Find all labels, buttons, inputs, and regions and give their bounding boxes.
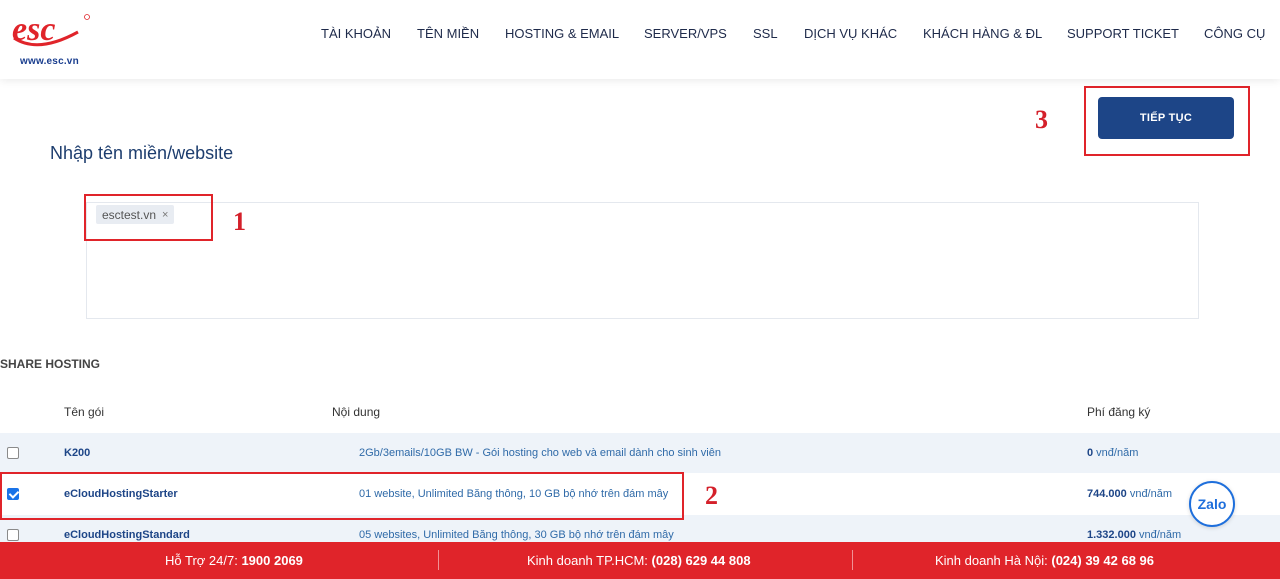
annotation-box-3 bbox=[1084, 86, 1250, 156]
col-header-name: Tên gói bbox=[64, 405, 105, 419]
nav-khach-hang-dl[interactable]: KHÁCH HÀNG & ĐL bbox=[923, 26, 1042, 41]
site-header: esc www.esc.vn TÀI KHOẢN TÊN MIỀN HOSTIN… bbox=[0, 0, 1280, 79]
contact-footer: Hỗ Trợ 24/7: 1900 2069 Kinh doanh TP.HCM… bbox=[0, 542, 1280, 579]
annotation-box-1 bbox=[84, 194, 213, 241]
annotation-1: 1 bbox=[233, 207, 246, 236]
annotation-2: 2 bbox=[705, 481, 718, 510]
package-price: 744.000 vnđ/năm bbox=[1087, 488, 1173, 500]
footer-divider bbox=[438, 550, 439, 570]
logo-url: www.esc.vn bbox=[20, 56, 79, 67]
row-checkbox[interactable] bbox=[7, 529, 19, 541]
annotation-3: 3 bbox=[1035, 105, 1048, 134]
row-checkbox[interactable] bbox=[7, 447, 19, 459]
nav-support-ticket[interactable]: SUPPORT TICKET bbox=[1067, 26, 1179, 41]
package-name[interactable]: eCloudHostingStandard bbox=[64, 529, 190, 541]
package-price: 1.332.000 vnđ/năm bbox=[1087, 529, 1182, 541]
footer-hn-sales[interactable]: Kinh doanh Hà Nội: (024) 39 42 68 96 bbox=[935, 553, 1154, 568]
domain-section-title: Nhập tên miền/website bbox=[50, 143, 234, 163]
footer-hcm-sales[interactable]: Kinh doanh TP.HCM: (028) 629 44 808 bbox=[527, 553, 751, 568]
annotation-box-2 bbox=[0, 472, 684, 520]
domain-input[interactable] bbox=[86, 202, 1199, 319]
nav-hosting-email[interactable]: HOSTING & EMAIL bbox=[505, 26, 619, 41]
footer-divider bbox=[852, 550, 853, 570]
footer-support[interactable]: Hỗ Trợ 24/7: 1900 2069 bbox=[165, 553, 303, 568]
package-name[interactable]: K200 bbox=[64, 447, 90, 459]
package-price: 0 vnđ/năm bbox=[1087, 447, 1139, 459]
col-header-price: Phí đăng ký bbox=[1087, 405, 1151, 419]
share-hosting-title: SHARE HOSTING bbox=[0, 357, 101, 371]
nav-tai-khoan[interactable]: TÀI KHOẢN bbox=[321, 26, 391, 41]
package-content: 2Gb/3emails/10GB BW - Gói hosting cho we… bbox=[359, 447, 721, 459]
zalo-chat-icon[interactable]: Zalo bbox=[1189, 481, 1235, 527]
nav-ssl[interactable]: SSL bbox=[753, 26, 778, 41]
table-row: K200 2Gb/3emails/10GB BW - Gói hosting c… bbox=[0, 433, 1280, 473]
col-header-content: Nội dung bbox=[332, 405, 381, 419]
nav-server-vps[interactable]: SERVER/VPS bbox=[644, 26, 727, 41]
nav-dich-vu-khac[interactable]: DỊCH VỤ KHÁC bbox=[804, 26, 897, 41]
package-content: 05 websites, Unlimited Băng thông, 30 GB… bbox=[359, 529, 674, 541]
main-nav: TÀI KHOẢN TÊN MIỀN HOSTING & EMAIL SERVE… bbox=[0, 26, 1280, 42]
nav-ten-mien[interactable]: TÊN MIỀN bbox=[417, 26, 479, 41]
nav-cong-cu[interactable]: CÔNG CỤ bbox=[1204, 26, 1265, 41]
